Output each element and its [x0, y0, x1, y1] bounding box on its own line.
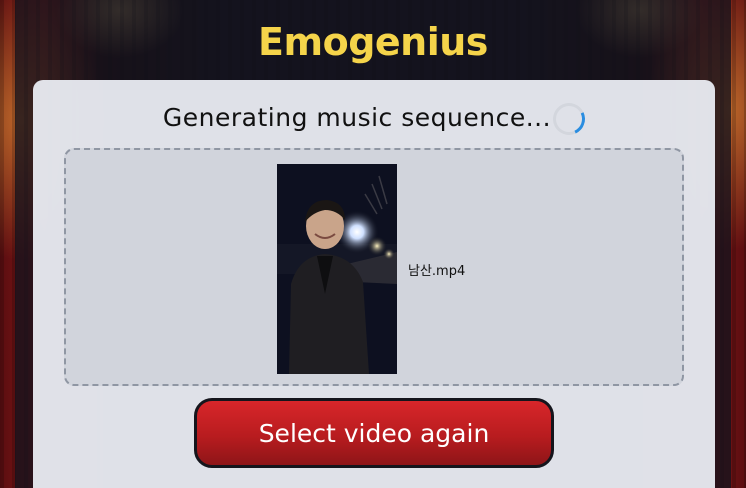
video-thumbnail-image — [277, 164, 397, 374]
app-title: Emogenius — [258, 20, 488, 64]
video-drop-zone[interactable]: 남산.mp4 — [64, 148, 684, 386]
main-card: Generating music sequence... 남산.mp4 Sele… — [33, 80, 715, 488]
status-text: Generating music sequence... — [162, 102, 552, 132]
loading-spinner-icon — [548, 98, 590, 140]
file-name: 남산.mp4 — [408, 264, 466, 279]
status-row: Generating music sequence... — [33, 98, 715, 140]
select-video-again-button[interactable]: Select video again — [194, 398, 554, 468]
video-thumbnail — [277, 164, 397, 374]
